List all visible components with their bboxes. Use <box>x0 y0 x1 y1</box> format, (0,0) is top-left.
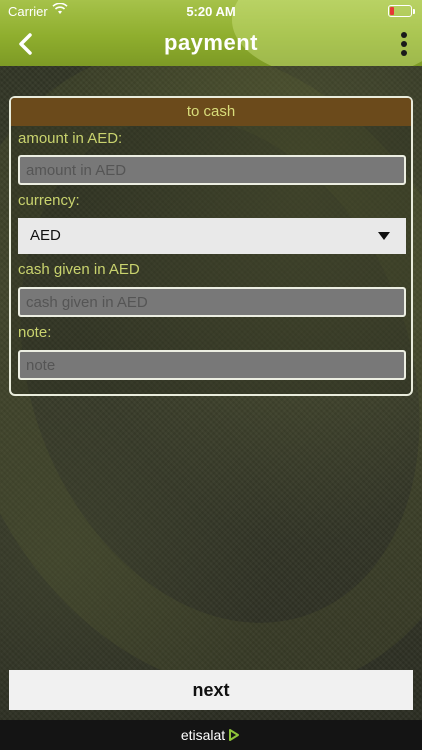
battery-icon <box>388 5 415 17</box>
etisalat-logo-icon <box>227 722 241 741</box>
form-section-title: to cash <box>11 98 411 126</box>
more-vertical-icon[interactable] <box>396 30 412 58</box>
status-bar: Carrier 5:20 AM <box>0 0 422 22</box>
page-title: payment <box>164 30 258 55</box>
amount-label: amount in AED: <box>18 130 123 147</box>
next-button[interactable]: next <box>9 670 413 710</box>
brand-name: etisalat <box>180 727 226 743</box>
nav-bar: payment <box>0 22 422 66</box>
clock: 5:20 AM <box>186 4 236 19</box>
battery-level <box>390 7 394 15</box>
note-label: note: <box>18 324 52 341</box>
cash-given-label: cash given in AED <box>18 261 140 278</box>
chevron-down-icon <box>378 232 390 240</box>
to-cash-form: to cash amount in AED: currency: AED cas… <box>9 96 413 396</box>
note-input[interactable] <box>18 350 406 380</box>
cash-given-input[interactable] <box>18 287 406 317</box>
top-bar: Carrier 5:20 AM payment <box>0 0 422 66</box>
currency-select[interactable]: AED <box>18 218 406 254</box>
footer-brand: etisalat <box>0 720 422 750</box>
currency-label: currency: <box>18 192 80 209</box>
currency-selected-value: AED <box>30 227 61 244</box>
amount-input[interactable] <box>18 155 406 185</box>
